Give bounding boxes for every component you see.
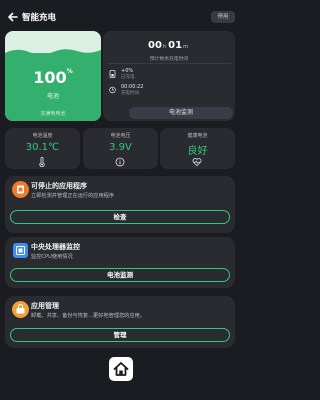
battery-label: 电池 xyxy=(46,93,59,100)
battery-voltage-card: 电池电压 3.9V xyxy=(83,128,158,169)
feature-description: 立即检测并管理正在运行的应用程序 xyxy=(31,193,115,199)
battery-percent: 100% xyxy=(33,68,73,87)
arrow-left-icon xyxy=(8,12,18,22)
app-management-card: 应用管理 卸载、共享、备份与恢复...更好地管理您的应用。 管理 xyxy=(5,296,235,348)
stat-label: 电池温度 xyxy=(32,133,53,139)
stat-label: 电池电压 xyxy=(110,133,131,139)
charge-elapsed-label: 充电时间 xyxy=(121,91,139,96)
charged-label: 已充电 xyxy=(121,75,135,80)
feature-title: 中央处理器监控 xyxy=(31,243,80,251)
battery-level-card: 100% 电池 充满电电池 xyxy=(5,31,101,121)
feature-title: 应用管理 xyxy=(31,302,59,310)
home-button[interactable] xyxy=(109,357,133,381)
stop-button[interactable]: 停用 xyxy=(211,11,235,23)
stop-app-icon xyxy=(12,181,29,198)
page-title: 智能充电 xyxy=(22,13,57,23)
thermometer-icon xyxy=(39,157,45,167)
battery-state: 充满电电池 xyxy=(40,111,66,117)
battery-temperature-card: 电池温度 30.1℃ xyxy=(5,128,80,169)
check-button[interactable]: 检查 xyxy=(10,210,230,224)
feature-description: 卸载、共享、备份与恢复...更好地管理您的应用。 xyxy=(31,313,145,319)
cpu-icon xyxy=(13,243,28,258)
manage-button[interactable]: 管理 xyxy=(10,328,230,342)
stat-label: 健康电池 xyxy=(187,133,208,139)
stoppable-apps-card: 可停止的应用程序 立即检测并管理正在运行的应用程序 检查 xyxy=(5,176,235,233)
info-icon xyxy=(115,157,125,167)
stat-value: 3.9V xyxy=(109,142,132,153)
clock-icon xyxy=(109,86,116,94)
battery-health-card: 健康电池 良好 xyxy=(160,128,235,169)
charge-info-card: 00h 01m 预计剩余充电时间 +0% 已充电 00:00:22 充电时间 电池… xyxy=(103,31,235,121)
back-button[interactable] xyxy=(6,9,20,23)
battery-monitor-button[interactable]: 电池监测 xyxy=(129,107,233,119)
cpu-battery-monitor-button[interactable]: 电池监测 xyxy=(10,268,230,282)
cpu-monitor-card: 中央处理器监控 监控CPU使用情况 电池监测 xyxy=(5,237,235,288)
divider xyxy=(107,63,231,64)
home-icon xyxy=(113,362,129,376)
app-manage-icon xyxy=(12,301,29,318)
stat-value: 良好 xyxy=(187,146,208,157)
remaining-time: 00h 01m xyxy=(148,40,188,51)
stat-value: 30.1℃ xyxy=(25,142,60,153)
feature-description: 监控CPU使用情况 xyxy=(31,254,73,260)
feature-title: 可停止的应用程序 xyxy=(31,182,87,190)
phone-battery-icon xyxy=(109,70,116,78)
heart-pulse-icon xyxy=(192,158,202,167)
remaining-time-caption: 预计剩余充电时间 xyxy=(149,57,189,62)
